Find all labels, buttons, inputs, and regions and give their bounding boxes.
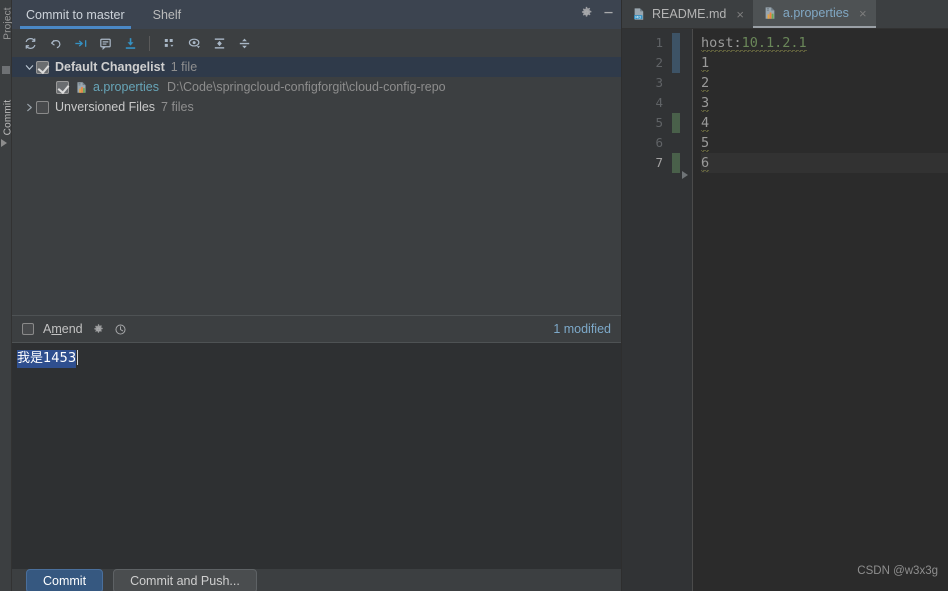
code-token-value: 10.1.2.1	[741, 35, 807, 52]
changelist-tree[interactable]: Default Changelist 1 file a.properties D…	[12, 57, 621, 315]
modified-count: 1 modified	[553, 322, 611, 336]
code-line: 4	[701, 113, 948, 133]
gear-icon[interactable]	[580, 6, 593, 19]
changelist-row-unversioned[interactable]: Unversioned Files 7 files	[12, 97, 621, 117]
gear-icon[interactable]	[92, 323, 105, 336]
code-token-key: 2	[701, 75, 710, 92]
ide-window: Project Commit Commit to master Shelf De…	[0, 0, 948, 591]
editor-tab-readme[interactable]: MD README.md ×	[622, 0, 753, 28]
file-path: D:\Code\springcloud-configforgit\cloud-c…	[167, 80, 446, 94]
line-number: 4	[655, 95, 663, 110]
tab-commit-to-master[interactable]: Commit to master	[12, 0, 139, 29]
code-line: host:10.1.2.1	[701, 33, 948, 53]
line-number: 5	[655, 115, 663, 130]
code-token-key: 5	[701, 135, 710, 152]
editor-gutter-line-numbers[interactable]: 1 2 3 4 5 6 7	[622, 29, 672, 591]
preview-diff-icon[interactable]	[183, 32, 205, 54]
expand-all-icon[interactable]	[208, 32, 230, 54]
group-by-icon[interactable]	[158, 32, 180, 54]
commit-panel-header-actions	[580, 6, 615, 19]
text-caret	[77, 350, 79, 365]
tab-shelf[interactable]: Shelf	[139, 0, 196, 29]
update-project-icon[interactable]	[119, 32, 141, 54]
changelist-name: Unversioned Files	[55, 100, 156, 114]
editor-code-area[interactable]: host:10.1.2.1 1 2 3 4 5 6	[693, 29, 948, 591]
changelist-row-default[interactable]: Default Changelist 1 file	[12, 57, 621, 77]
commit-panel-tabs: Commit to master Shelf	[12, 0, 195, 29]
commit-message-value: 我是1453	[17, 350, 77, 368]
change-marker-modified[interactable]	[672, 33, 680, 73]
code-line: 6	[701, 153, 948, 173]
code-token-punct: :	[733, 35, 742, 52]
collapse-all-icon[interactable]	[233, 32, 255, 54]
code-token-key: 6	[701, 155, 710, 172]
editor-fold-column[interactable]	[680, 29, 693, 591]
table-row[interactable]: a.properties D:\Code\springcloud-configf…	[12, 77, 621, 97]
code-line: 2	[701, 73, 948, 93]
code-token-key: 4	[701, 115, 710, 132]
code-token-key: 1	[701, 55, 710, 72]
commit-tool-window: Commit to master Shelf Default Changelis…	[12, 0, 622, 591]
line-number: 3	[655, 75, 663, 90]
file-name: a.properties	[93, 80, 160, 94]
editor-tab-bar: MD README.md × a.properties ×	[622, 0, 948, 29]
tool-strip-marker	[2, 66, 10, 74]
tab-shelf-label: Shelf	[152, 7, 182, 22]
commit-button-bar: Commit Commit and Push...	[12, 569, 621, 591]
changelist-checkbox-unversioned[interactable]	[36, 100, 49, 114]
tool-strip-arrow-icon	[1, 139, 7, 147]
commit-button[interactable]: Commit	[26, 569, 104, 591]
line-number: 6	[655, 135, 663, 150]
code-line: 3	[701, 93, 948, 113]
changelist-toolbar	[12, 29, 621, 57]
code-token-key: 3	[701, 95, 710, 112]
markdown-file-icon: MD	[632, 7, 646, 21]
code-token-key: host	[701, 35, 734, 52]
line-number: 2	[655, 55, 663, 70]
svg-text:MD: MD	[635, 15, 641, 19]
fold-arrow-icon[interactable]	[682, 171, 688, 179]
edit-message-icon[interactable]	[94, 32, 116, 54]
line-number: 7	[655, 155, 663, 170]
commit-button-label: Commit	[43, 574, 87, 588]
commit-message-input[interactable]: 我是1453	[12, 342, 621, 569]
properties-file-icon	[763, 6, 777, 20]
commit-and-push-button[interactable]: Commit and Push...	[113, 569, 257, 591]
editor-pane: MD README.md × a.properties × 1 2 3 4 5 …	[622, 0, 948, 591]
changelist-file-count: 7 files	[161, 100, 194, 114]
line-number: 1	[655, 35, 663, 50]
toolbar-separator	[149, 35, 150, 51]
commit-panel-header: Commit to master Shelf	[12, 0, 621, 29]
show-diff-icon[interactable]	[69, 32, 91, 54]
close-icon[interactable]: ×	[859, 7, 867, 20]
rollback-icon[interactable]	[44, 32, 66, 54]
changelist-checkbox-default[interactable]	[36, 60, 49, 74]
editor-tab-a-properties[interactable]: a.properties ×	[752, 0, 876, 28]
changelist-file-count: 1 file	[170, 60, 198, 74]
editor-change-markers[interactable]	[672, 29, 680, 591]
file-checkbox-a-properties[interactable]	[56, 80, 69, 94]
change-marker-added[interactable]	[672, 113, 680, 133]
editor-body: 1 2 3 4 5 6 7 host:10.1.2.1 1 2 3 4 5 6	[622, 29, 948, 591]
tab-commit-to-master-label: Commit to master	[26, 7, 125, 22]
amend-bar: Amend 1 modified	[12, 315, 621, 342]
minimize-icon[interactable]	[602, 6, 615, 19]
change-marker-added[interactable]	[672, 153, 680, 173]
amend-label[interactable]: Amend	[43, 322, 83, 336]
refresh-icon[interactable]	[19, 32, 41, 54]
editor-tab-readme-label: README.md	[652, 7, 727, 21]
code-line: 5	[701, 133, 948, 153]
chevron-right-icon[interactable]	[22, 103, 36, 112]
properties-file-icon	[75, 81, 88, 94]
close-icon[interactable]: ×	[736, 8, 744, 21]
history-clock-icon[interactable]	[114, 323, 127, 336]
commit-and-push-button-label: Commit and Push...	[130, 574, 240, 588]
amend-checkbox[interactable]	[22, 323, 34, 335]
editor-tab-a-properties-label: a.properties	[782, 6, 849, 20]
chevron-down-icon[interactable]	[22, 63, 36, 72]
code-line: 1	[701, 53, 948, 73]
left-tool-strip: Project Commit	[0, 0, 14, 591]
changelist-name: Default Changelist	[55, 60, 165, 74]
watermark-text: CSDN @w3x3g	[857, 565, 938, 577]
